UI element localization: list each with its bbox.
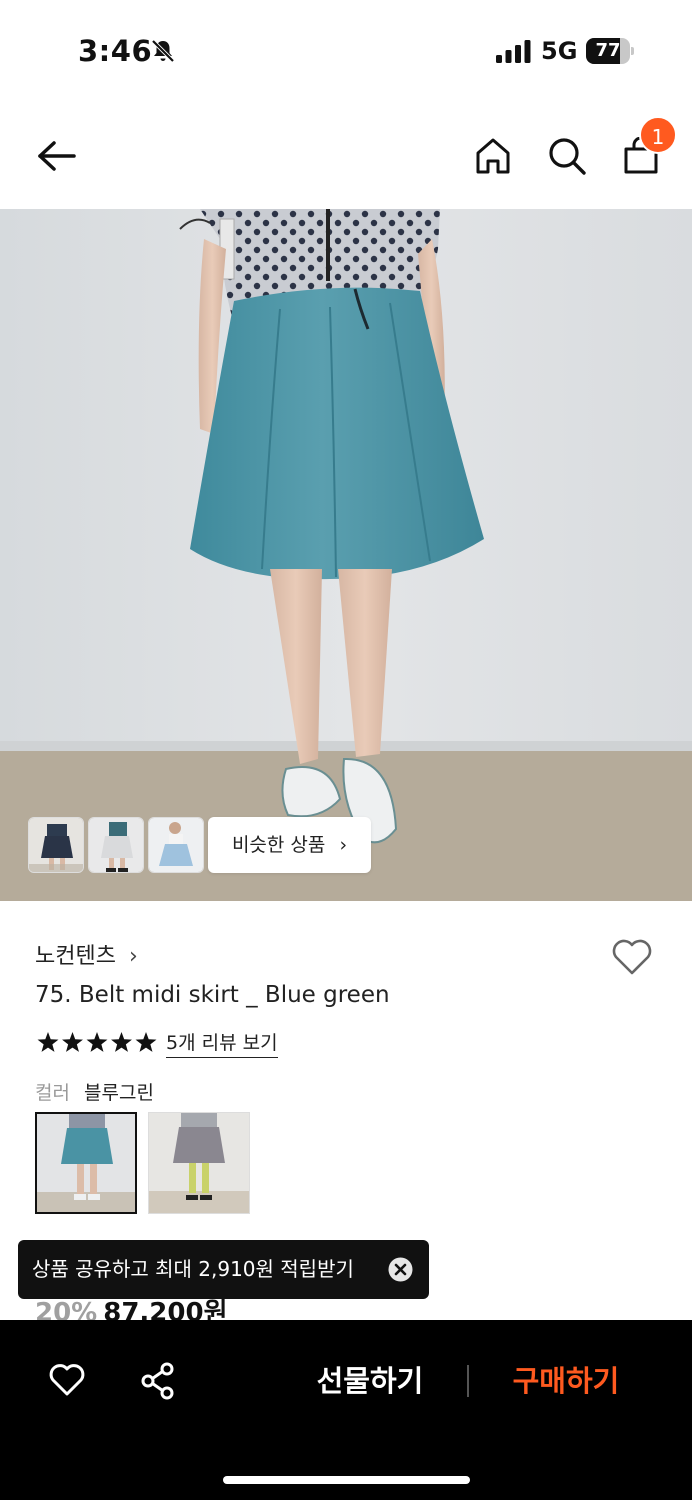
battery-indicator: 77 bbox=[586, 38, 634, 64]
product-hero-image[interactable] bbox=[0, 209, 692, 901]
back-arrow-icon[interactable] bbox=[34, 138, 78, 174]
gift-button[interactable]: 선물하기 bbox=[300, 1356, 440, 1406]
bottom-action-bar bbox=[0, 1320, 692, 1500]
similar-products-label: 비슷한 상품 bbox=[231, 834, 326, 856]
color-label: 컬러 bbox=[35, 1082, 70, 1104]
star-icon bbox=[86, 1032, 108, 1052]
search-icon[interactable] bbox=[547, 136, 587, 176]
similar-thumbnail-3[interactable] bbox=[148, 817, 204, 873]
buy-button[interactable]: 구매하기 bbox=[496, 1356, 636, 1406]
brand-link[interactable]: 노컨텐츠 › bbox=[35, 938, 138, 970]
color-option-charcoal[interactable] bbox=[148, 1112, 250, 1214]
status-time: 3:46 bbox=[78, 34, 153, 68]
color-value: 블루그린 bbox=[84, 1082, 154, 1104]
divider bbox=[467, 1365, 469, 1397]
wishlist-heart-icon[interactable] bbox=[610, 937, 654, 977]
product-title: 75. Belt midi skirt _ Blue green bbox=[35, 982, 390, 1008]
review-link[interactable]: 5개 리뷰 보기 bbox=[166, 1028, 278, 1058]
similar-thumbnail-1[interactable] bbox=[28, 817, 84, 873]
star-icon bbox=[37, 1032, 59, 1052]
similar-thumbnail-2[interactable] bbox=[88, 817, 144, 873]
network-label: 5G bbox=[541, 37, 578, 65]
similar-products-button[interactable]: 비슷한 상품 › bbox=[208, 817, 371, 873]
status-bar: 3:46 5G 77 bbox=[0, 0, 692, 100]
home-icon[interactable] bbox=[474, 136, 512, 176]
brand-name: 노컨텐츠 bbox=[35, 944, 116, 969]
chevron-right-icon: › bbox=[339, 834, 348, 856]
product-photo bbox=[0, 209, 692, 901]
star-icon bbox=[62, 1032, 83, 1052]
star-icon bbox=[111, 1032, 132, 1052]
star-icon bbox=[135, 1032, 157, 1052]
rating-stars bbox=[37, 1032, 157, 1052]
home-indicator bbox=[223, 1476, 470, 1484]
share-reward-toast[interactable]: 상품 공유하고 최대 2,910원 적립받기 bbox=[18, 1240, 429, 1299]
cart-count-badge: 1 bbox=[639, 116, 677, 154]
toast-text: 상품 공유하고 최대 2,910원 적립받기 bbox=[32, 1257, 354, 1281]
bell-off-icon bbox=[151, 39, 175, 63]
close-icon[interactable] bbox=[388, 1257, 413, 1282]
share-icon[interactable] bbox=[140, 1362, 176, 1400]
color-option-bluegreen[interactable] bbox=[35, 1112, 137, 1214]
heart-icon[interactable] bbox=[48, 1362, 86, 1398]
battery-level: 77 bbox=[595, 40, 621, 61]
chevron-right-icon: › bbox=[128, 944, 138, 969]
signal-icon bbox=[496, 40, 531, 63]
top-navigation bbox=[0, 100, 692, 210]
